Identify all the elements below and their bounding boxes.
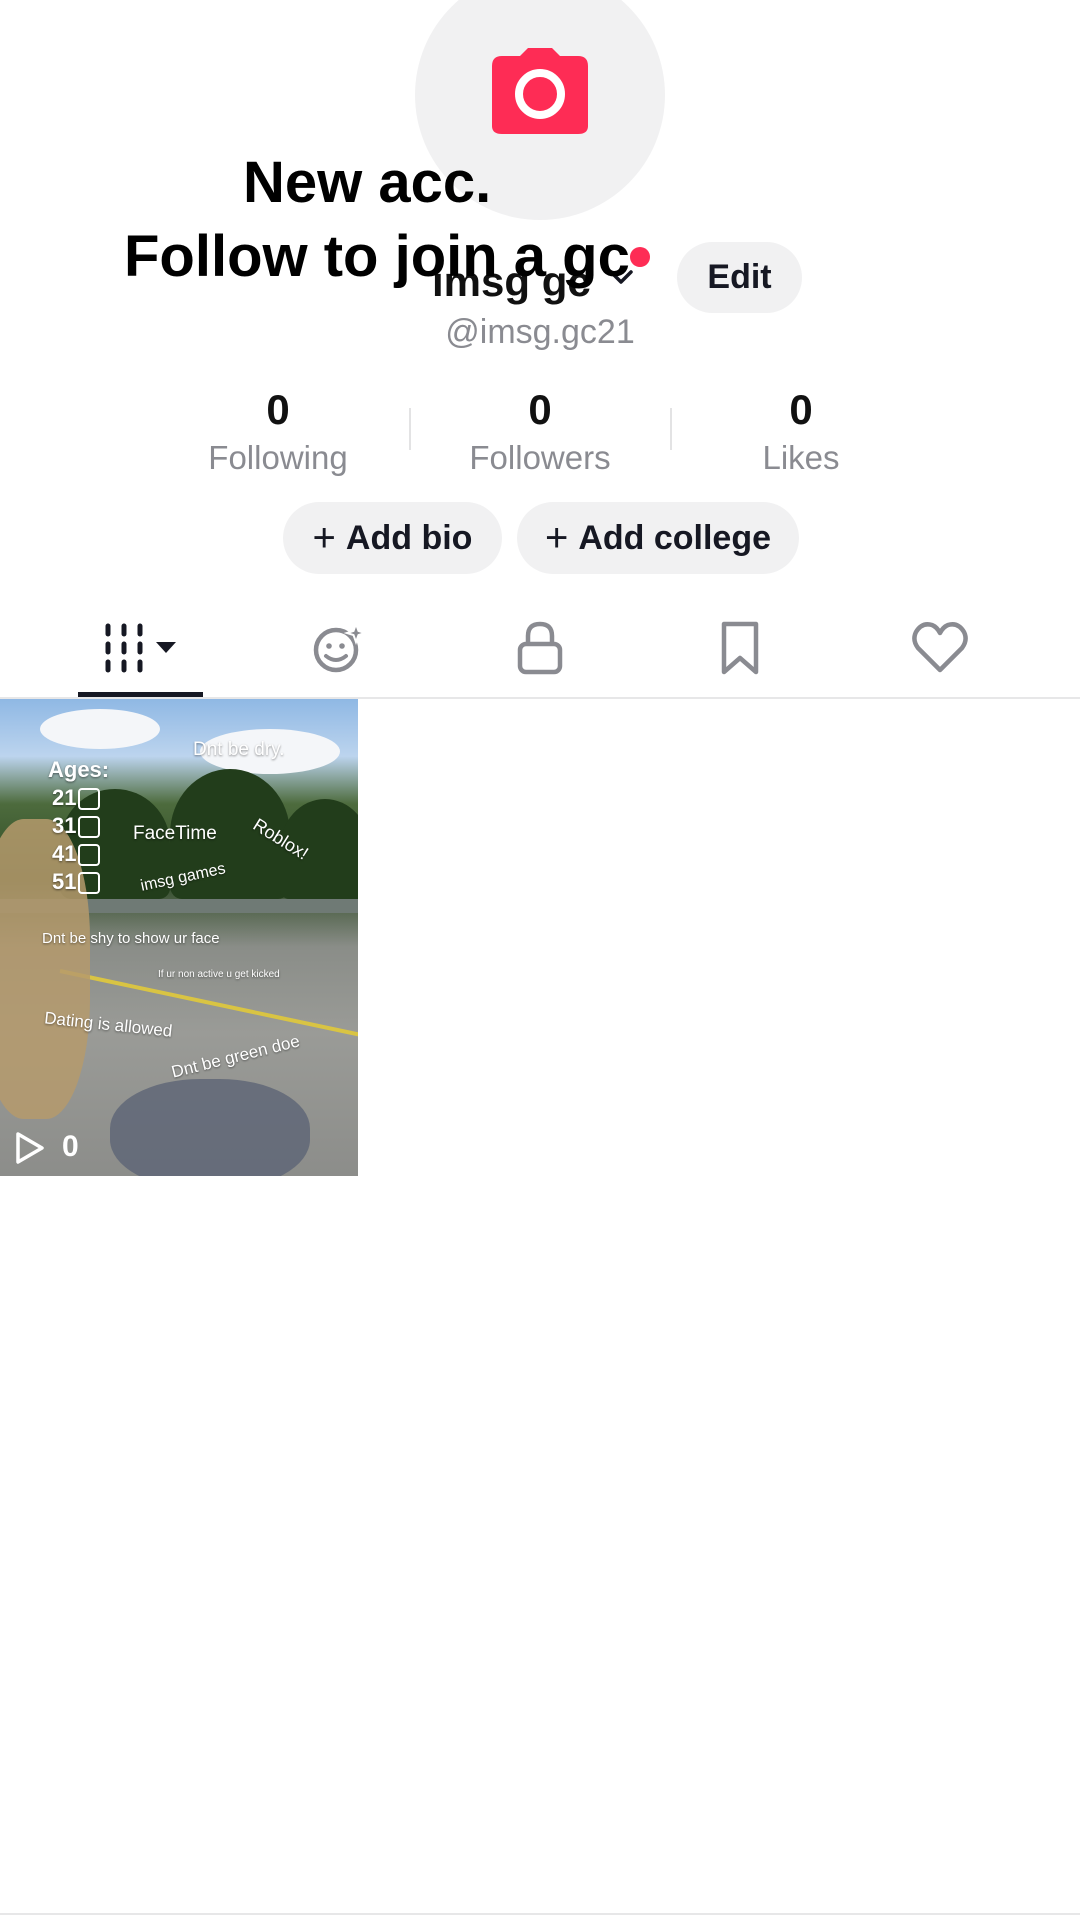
plus-icon: + — [544, 516, 569, 560]
add-bio-label: Add bio — [345, 518, 473, 557]
following-count: 0 — [266, 386, 290, 433]
thumbnail-text-ages: Ages: — [48, 757, 110, 782]
following-stat[interactable]: 0 Following — [158, 386, 398, 480]
bookmark-icon[interactable] — [710, 620, 770, 676]
add-college-button[interactable]: + Add college — [517, 502, 799, 574]
likes-count: 0 — [789, 386, 813, 433]
thumbnail-age-row: 21 — [52, 785, 101, 811]
video-thumbnail[interactable]: Ages: 21 31 41 51 Dnt be dry. FaceTime R… — [0, 699, 358, 1176]
thumbnail-text: If ur non active u get kicked — [158, 969, 280, 980]
bottom-divider — [0, 1913, 1080, 1915]
add-bio-button[interactable]: + Add bio — [283, 502, 502, 574]
videos-grid-icon[interactable] — [100, 620, 185, 676]
overlay-caption-line1: New acc. — [243, 150, 492, 215]
thumbnail-text: FaceTime — [133, 823, 217, 844]
camera-icon[interactable] — [490, 46, 590, 136]
thumbnail-age-row: 31 — [52, 813, 101, 839]
thumbnail-text: Dnt be shy to show ur face — [42, 930, 220, 947]
thumbnail-age-value: 21 — [52, 785, 77, 810]
likes-label: Likes — [762, 439, 840, 476]
thumbnail-text: Dnt be green doe — [169, 1031, 302, 1082]
thumbnail-age-row: 41 — [52, 841, 101, 867]
notification-dot — [630, 247, 650, 267]
edit-profile-button[interactable]: Edit — [677, 242, 802, 313]
followers-label: Followers — [469, 439, 611, 476]
plus-icon: + — [312, 516, 336, 560]
likes-stat[interactable]: 0 Likes — [681, 386, 921, 480]
thumbnail-cloud — [40, 709, 160, 749]
repost-icon[interactable] — [310, 620, 370, 676]
followers-stat[interactable]: 0 Followers — [420, 386, 660, 480]
overlay-caption-line2: Follow to join a gc — [124, 224, 630, 289]
stat-divider — [409, 408, 411, 450]
thumbnail-age-row: 51 — [52, 869, 101, 895]
lock-icon[interactable] — [510, 620, 570, 676]
followers-count: 0 — [528, 386, 552, 433]
refresh-icon — [78, 844, 101, 867]
following-label: Following — [208, 439, 348, 476]
profile-handle: @imsg.gc21 — [445, 313, 635, 351]
play-icon — [16, 1132, 44, 1164]
thumbnail-age-value: 31 — [52, 813, 77, 838]
thumbnail-foreground-object — [110, 1079, 310, 1176]
video-view-count: 0 — [62, 1130, 79, 1163]
add-college-label: Add college — [578, 518, 772, 557]
thumbnail-text: Dnt be dry. — [193, 739, 285, 760]
refresh-icon — [78, 816, 101, 839]
thumbnail-age-value: 41 — [52, 841, 77, 866]
refresh-icon — [78, 872, 101, 895]
thumbnail-age-value: 51 — [52, 869, 77, 894]
stat-divider — [670, 408, 672, 450]
heart-icon[interactable] — [910, 620, 970, 676]
refresh-icon — [78, 788, 101, 811]
